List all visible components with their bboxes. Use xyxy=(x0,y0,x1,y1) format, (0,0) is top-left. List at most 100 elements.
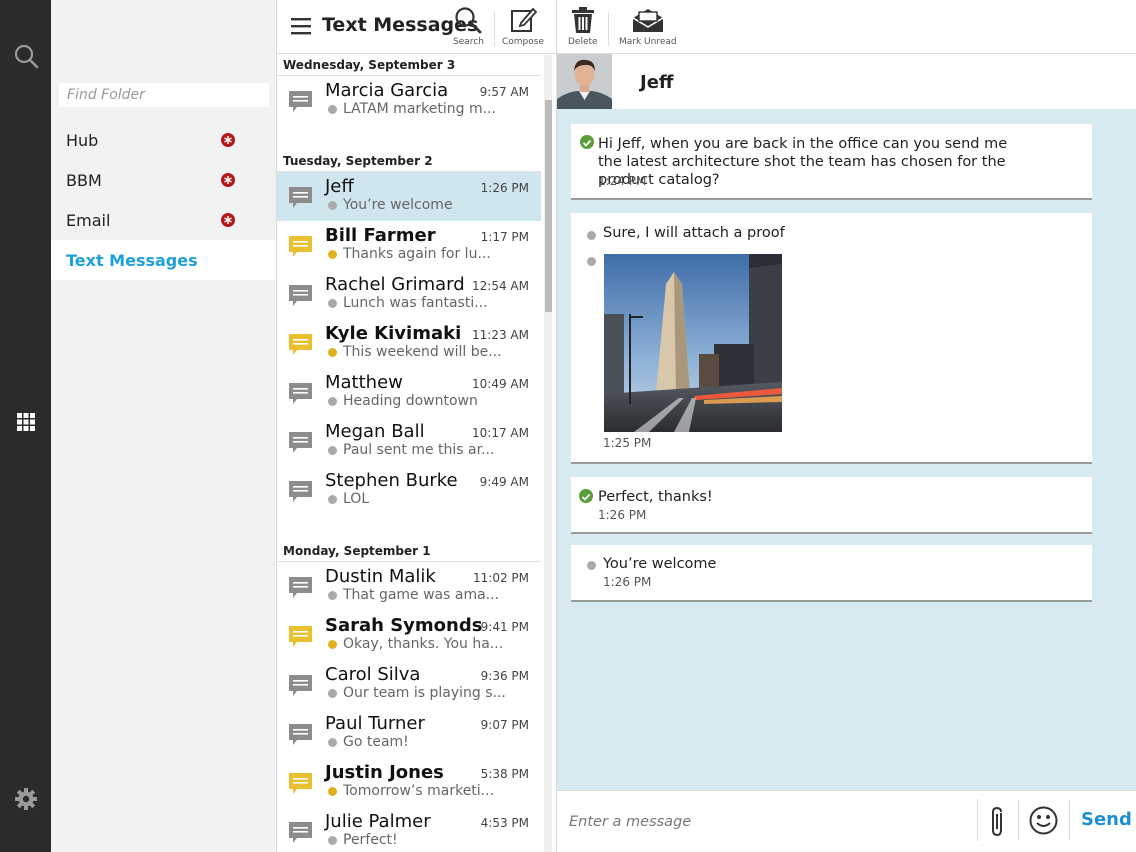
message-time: 9:57 AM xyxy=(479,85,529,99)
message-preview: LATAM marketing m... xyxy=(343,101,496,117)
gear-icon[interactable] xyxy=(13,786,39,812)
status-dot-icon xyxy=(328,591,337,600)
status-dot-icon xyxy=(328,299,337,308)
message-card[interactable]: Sure, I will attach a proof 1:25 PM xyxy=(571,213,1092,464)
list-item[interactable]: Matthew 10:49 AM Heading downtown xyxy=(277,368,541,417)
folder-item-label: BBM xyxy=(66,170,102,190)
menu-icon[interactable] xyxy=(291,17,311,35)
message-time: 1:26 PM xyxy=(603,575,652,589)
list-item[interactable]: Jeff 1:26 PM You’re welcome xyxy=(277,172,541,221)
mark-unread-button[interactable]: Mark Unread xyxy=(619,6,677,47)
mark-unread-icon xyxy=(632,9,664,32)
date-separator: Wednesday, September 3 xyxy=(277,54,541,76)
delivered-check-icon xyxy=(579,489,593,503)
delete-label: Delete xyxy=(568,37,598,47)
message-input[interactable] xyxy=(569,809,969,835)
folder-item-bbm[interactable]: BBM xyxy=(51,160,276,200)
list-item[interactable]: Dustin Malik 11:02 PM That game was ama... xyxy=(277,562,541,611)
message-time: 9:36 PM xyxy=(480,669,529,683)
list-item[interactable]: Bill Farmer 1:17 PM Thanks again for lu... xyxy=(277,221,541,270)
emoji-icon[interactable] xyxy=(1029,806,1058,839)
message-preview: Thanks again for lu... xyxy=(343,246,491,262)
list-item[interactable]: Rachel Grimard 12:54 AM Lunch was fantasti… xyxy=(277,270,541,319)
search-button[interactable]: Search xyxy=(453,6,484,47)
list-item[interactable]: Paul Turner 9:07 PM Go team! xyxy=(277,709,541,758)
status-dot-icon xyxy=(328,640,337,649)
find-folder-input[interactable] xyxy=(59,83,269,107)
message-preview: Paul sent me this ar... xyxy=(343,442,495,458)
status-dot-icon xyxy=(328,397,337,406)
message-icon xyxy=(288,722,313,746)
unread-badge-icon xyxy=(221,132,235,147)
message-preview: Our team is playing s... xyxy=(343,685,506,701)
message-text: Hi Jeff, when you are back in the office… xyxy=(598,136,1008,188)
status-dot-icon xyxy=(328,201,337,210)
message-text: You’re welcome xyxy=(603,556,717,572)
message-icon xyxy=(288,575,313,599)
list-item[interactable]: Julie Palmer 4:53 PM Perfect! xyxy=(277,807,541,852)
folder-item-email[interactable]: Email xyxy=(51,200,276,240)
message-preview: LOL xyxy=(343,491,370,507)
compose-divider xyxy=(977,799,978,841)
status-dot-icon xyxy=(328,787,337,796)
date-separator: Monday, September 1 xyxy=(277,540,541,562)
list-header: Text Messages Search Compose xyxy=(277,0,556,54)
message-time: 10:17 AM xyxy=(472,426,529,440)
unread-message-icon xyxy=(288,332,313,356)
folder-item-text-messages[interactable]: Text Messages xyxy=(51,240,276,280)
sender-name: Matthew xyxy=(325,372,403,393)
apps-grid-icon[interactable] xyxy=(13,409,39,435)
message-time: 5:38 PM xyxy=(480,767,529,781)
message-preview: Lunch was fantasti... xyxy=(343,295,488,311)
message-card[interactable]: Hi Jeff, when you are back in the office… xyxy=(571,124,1092,200)
attached-photo[interactable] xyxy=(604,254,782,432)
list-item[interactable]: Marcia Garcia 9:57 AM LATAM marketing m... xyxy=(277,76,541,125)
list-item[interactable]: Megan Ball 10:17 AM Paul sent me this ar..… xyxy=(277,417,541,466)
unread-message-icon xyxy=(288,624,313,648)
sender-name: Stephen Burke xyxy=(325,470,458,491)
scrollbar-thumb[interactable] xyxy=(545,100,552,312)
unread-message-icon xyxy=(288,234,313,258)
message-preview: That game was ama... xyxy=(343,587,500,603)
message-text: Sure, I will attach a proof xyxy=(603,225,785,241)
message-card[interactable]: You’re welcome 1:26 PM xyxy=(571,545,1092,602)
received-dot-icon xyxy=(587,257,596,266)
compose-divider xyxy=(1069,799,1070,841)
message-icon xyxy=(288,381,313,405)
compose-divider xyxy=(1018,799,1019,841)
list-item[interactable]: Justin Jones 5:38 PM Tomorrow’s marketi... xyxy=(277,758,541,807)
list-item[interactable]: Kyle Kivimaki 11:23 AM This weekend will b… xyxy=(277,319,541,368)
message-time: 10:49 AM xyxy=(472,377,529,391)
message-time: 1:26 PM xyxy=(598,508,647,522)
date-separator: Tuesday, September 2 xyxy=(277,150,541,172)
avatar[interactable] xyxy=(557,54,612,109)
side-rail xyxy=(0,0,51,852)
sender-name: Dustin Malik xyxy=(325,566,436,587)
sender-name: Marcia Garcia xyxy=(325,80,449,101)
list-item[interactable]: Sarah Symonds 9:41 PM Okay, thanks. You ha… xyxy=(277,611,541,660)
message-time: 12:54 AM xyxy=(472,279,529,293)
message-icon xyxy=(288,185,313,209)
sender-name: Jeff xyxy=(325,176,354,197)
message-card[interactable]: Perfect, thanks! 1:26 PM xyxy=(571,477,1092,534)
search-icon[interactable] xyxy=(13,43,39,69)
trash-icon xyxy=(571,7,594,33)
list-item[interactable]: Stephen Burke 9:49 AM LOL xyxy=(277,466,541,515)
attach-icon[interactable] xyxy=(988,806,1008,842)
sender-name: Bill Farmer xyxy=(325,225,436,246)
compose-label: Compose xyxy=(502,37,545,47)
delivered-check-icon xyxy=(580,135,594,149)
send-button[interactable]: Send xyxy=(1081,809,1132,830)
folder-panel: Hub BBM Email Text Messages xyxy=(51,0,277,852)
search-icon xyxy=(455,7,482,34)
folder-item-hub[interactable]: Hub xyxy=(51,120,276,160)
message-list-panel: Text Messages Search Compose Wednesday, … xyxy=(277,0,557,852)
message-time: 9:07 PM xyxy=(480,718,529,732)
sender-name: Kyle Kivimaki xyxy=(325,323,462,344)
list-item[interactable]: Carol Silva 9:36 PM Our team is playing s.… xyxy=(277,660,541,709)
delete-button[interactable]: Delete xyxy=(568,6,598,47)
compose-button[interactable]: Compose xyxy=(502,6,544,47)
message-time: 11:02 PM xyxy=(473,571,529,585)
conversation-toolbar: Delete Mark Unread xyxy=(557,0,1136,54)
message-time: 9:49 AM xyxy=(479,475,529,489)
